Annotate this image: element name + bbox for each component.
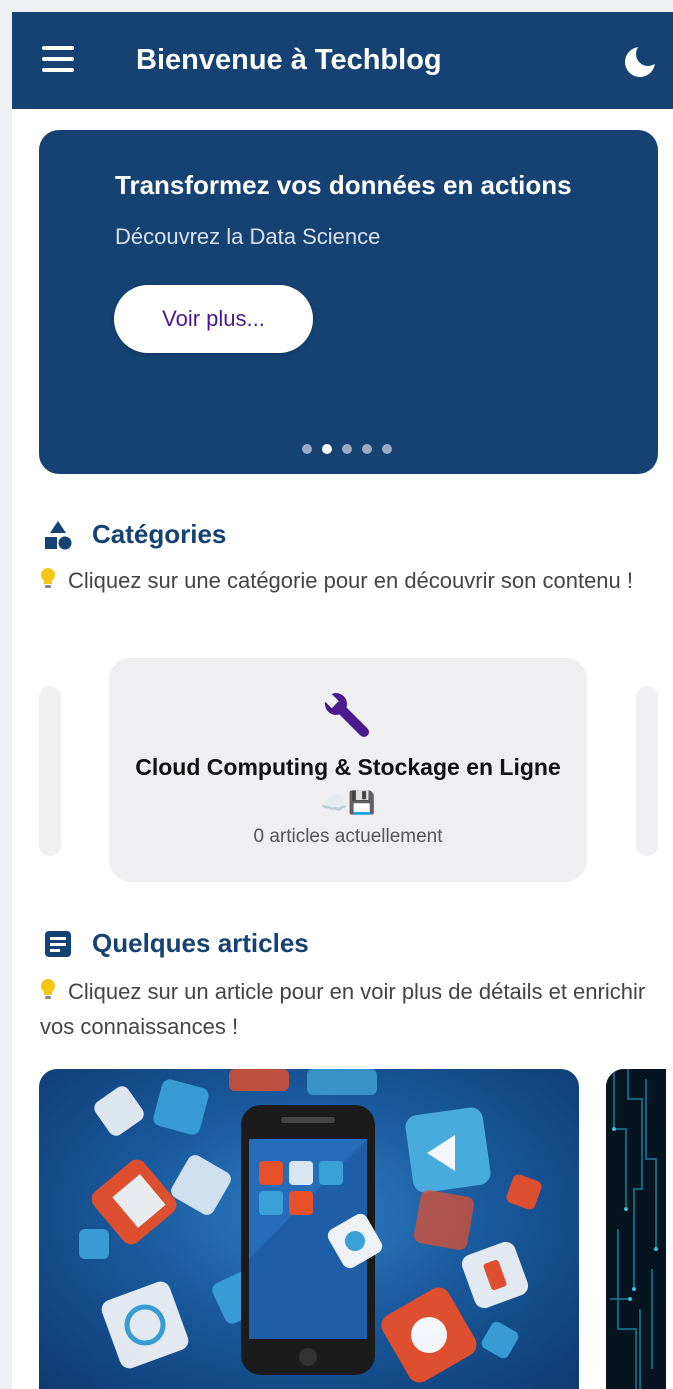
app-bar: Bienvenue à Techblog [12,12,673,109]
voir-plus-button[interactable]: Voir plus... [114,285,313,353]
category-card[interactable]: Cloud Computing & Stockage en Ligne ☁️💾 … [109,658,587,882]
lightbulb-icon [40,565,56,588]
moon-icon[interactable] [624,42,660,80]
article-icon [42,928,74,960]
carousel-dot-active[interactable] [322,444,332,454]
category-article-count: 0 articles actuellement [253,826,443,847]
categories-hint-text: Cliquez sur une catégorie pour en découv… [68,568,634,593]
carousel-dot[interactable] [342,444,352,454]
category-title: Cloud Computing & Stockage en Ligne [135,754,561,780]
hero-title: Transformez vos données en actions [115,170,572,200]
hero-subtitle: Découvrez la Data Science [115,224,381,249]
articles-hint-text: Cliquez sur un article pour en voir plus… [40,979,646,1039]
shapes-icon [42,519,74,551]
category-card-next[interactable] [636,686,658,856]
category-card-prev[interactable] [39,686,61,856]
carousel-dot[interactable] [302,444,312,454]
article-image-next [606,1069,666,1389]
hero-banner[interactable]: Transformez vos données en actions Décou… [39,130,658,474]
categories-title: Catégories [92,519,227,549]
article-card-next[interactable] [606,1069,666,1389]
article-card[interactable] [39,1069,579,1389]
category-emoji: ☁️💾 [320,790,376,815]
article-image [79,1069,542,1383]
wrench-icon [322,690,374,742]
hamburger-menu-icon[interactable] [42,46,74,72]
categories-hint: Cliquez sur une catégorie pour en découv… [40,563,650,598]
carousel-dot[interactable] [362,444,372,454]
app-bar-title: Bienvenue à Techblog [136,44,442,76]
articles-title: Quelques articles [92,928,309,958]
carousel-dot[interactable] [382,444,392,454]
lightbulb-icon [40,976,56,999]
app-screen: Bienvenue à Techblog Transformez vos don… [12,12,673,1389]
articles-hint: Cliquez sur un article pour en voir plus… [40,974,650,1044]
